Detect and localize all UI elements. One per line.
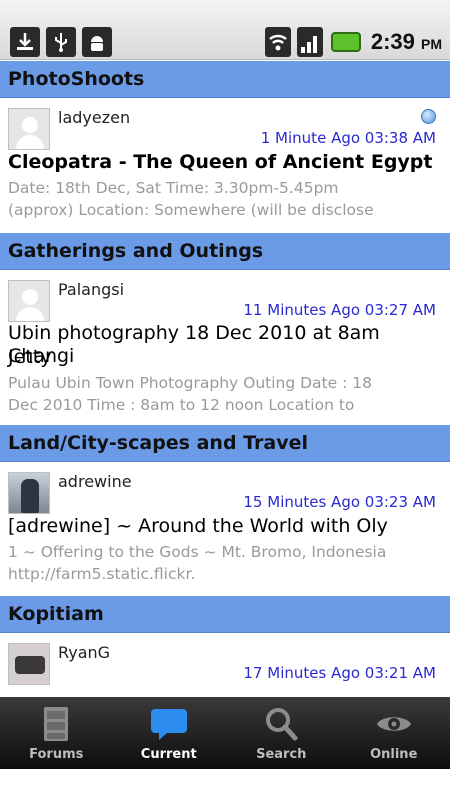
avatar (8, 108, 50, 150)
unread-indicator-icon (421, 109, 436, 124)
post-title: Cleopatra - The Queen of Ancient Egypt (8, 151, 433, 173)
download-icon (10, 27, 40, 57)
status-bar: 2:39 PM (0, 0, 450, 60)
post-username: adrewine (58, 472, 132, 491)
tab-search[interactable]: Search (225, 697, 338, 769)
eye-icon (374, 705, 414, 743)
android-debug-icon (82, 27, 112, 57)
post-snippet-line1: Pulau Ubin Town Photography Outing Date … (8, 374, 372, 392)
magnifier-icon (261, 705, 301, 743)
post-title-line1: Ubin photography 18 Dec 2010 at 8am Chan… (8, 322, 380, 367)
post-time: 1 Minute Ago 03:38 AM (260, 129, 436, 147)
section-header-landscapes[interactable]: Land/City-scapes and Travel (0, 425, 450, 462)
list-item[interactable]: adrewine 15 Minutes Ago 03:23 AM [adrewi… (0, 462, 450, 596)
clock: 2:39 PM (371, 29, 442, 55)
battery-icon (330, 32, 361, 52)
tab-label: Forums (29, 747, 84, 762)
current-topics-list[interactable]: PhotoShoots ladyezen 1 Minute Ago 03:38 … (0, 61, 450, 697)
post-snippet-line2: Dec 2010 Time : 8am to 12 noon Location … (8, 396, 355, 414)
avatar (8, 643, 50, 685)
tab-online[interactable]: Online (338, 697, 450, 769)
bottom-edge (0, 769, 450, 800)
usb-icon (46, 27, 76, 57)
avatar (8, 472, 50, 514)
post-snippet-line2: http://farm5.static.flickr. (8, 565, 196, 583)
notification-icons (10, 27, 112, 57)
list-item[interactable]: RyanG 17 Minutes Ago 03:21 AM (0, 633, 450, 697)
bottom-tab-bar: Forums Current Search Online (0, 697, 450, 769)
signal-icon (296, 27, 323, 57)
post-username: RyanG (58, 643, 111, 662)
speech-bubble-icon (149, 705, 189, 743)
post-snippet-line1: 1 ~ Offering to the Gods ~ Mt. Bromo, In… (8, 543, 387, 561)
list-item[interactable]: ladyezen 1 Minute Ago 03:38 AM Cleopatra… (0, 98, 450, 233)
wifi-icon (264, 27, 291, 57)
tab-label: Online (370, 747, 418, 762)
tab-label: Search (256, 747, 307, 762)
post-snippet-line2: (approx) Location: Somewhere (will be di… (8, 201, 374, 219)
post-username: Palangsi (58, 280, 125, 299)
tab-label: Current (140, 747, 197, 762)
tab-current[interactable]: Current (113, 697, 226, 769)
tab-forums[interactable]: Forums (0, 697, 113, 769)
post-time: 15 Minutes Ago 03:23 AM (243, 493, 436, 511)
clock-ampm: PM (421, 36, 442, 52)
avatar (8, 280, 50, 322)
section-header-gatherings[interactable]: Gatherings and Outings (0, 233, 450, 270)
section-header-photoshoots[interactable]: PhotoShoots (0, 61, 450, 98)
clock-time: 2:39 (370, 29, 415, 54)
section-header-kopitiam[interactable]: Kopitiam (0, 596, 450, 633)
post-time: 11 Minutes Ago 03:27 AM (243, 301, 436, 319)
post-username: ladyezen (58, 108, 131, 127)
post-snippet-line1: Date: 18th Dec, Sat Time: 3.30pm-5.45pm (8, 179, 339, 197)
system-icons: 2:39 PM (264, 27, 442, 57)
post-title-line2: Jetty (8, 346, 52, 368)
cabinet-icon (36, 705, 76, 743)
post-title: [adrewine] ~ Around the World with Oly (8, 515, 388, 537)
post-time: 17 Minutes Ago 03:21 AM (243, 664, 436, 682)
list-item[interactable]: Palangsi 11 Minutes Ago 03:27 AM Ubin ph… (0, 270, 450, 425)
